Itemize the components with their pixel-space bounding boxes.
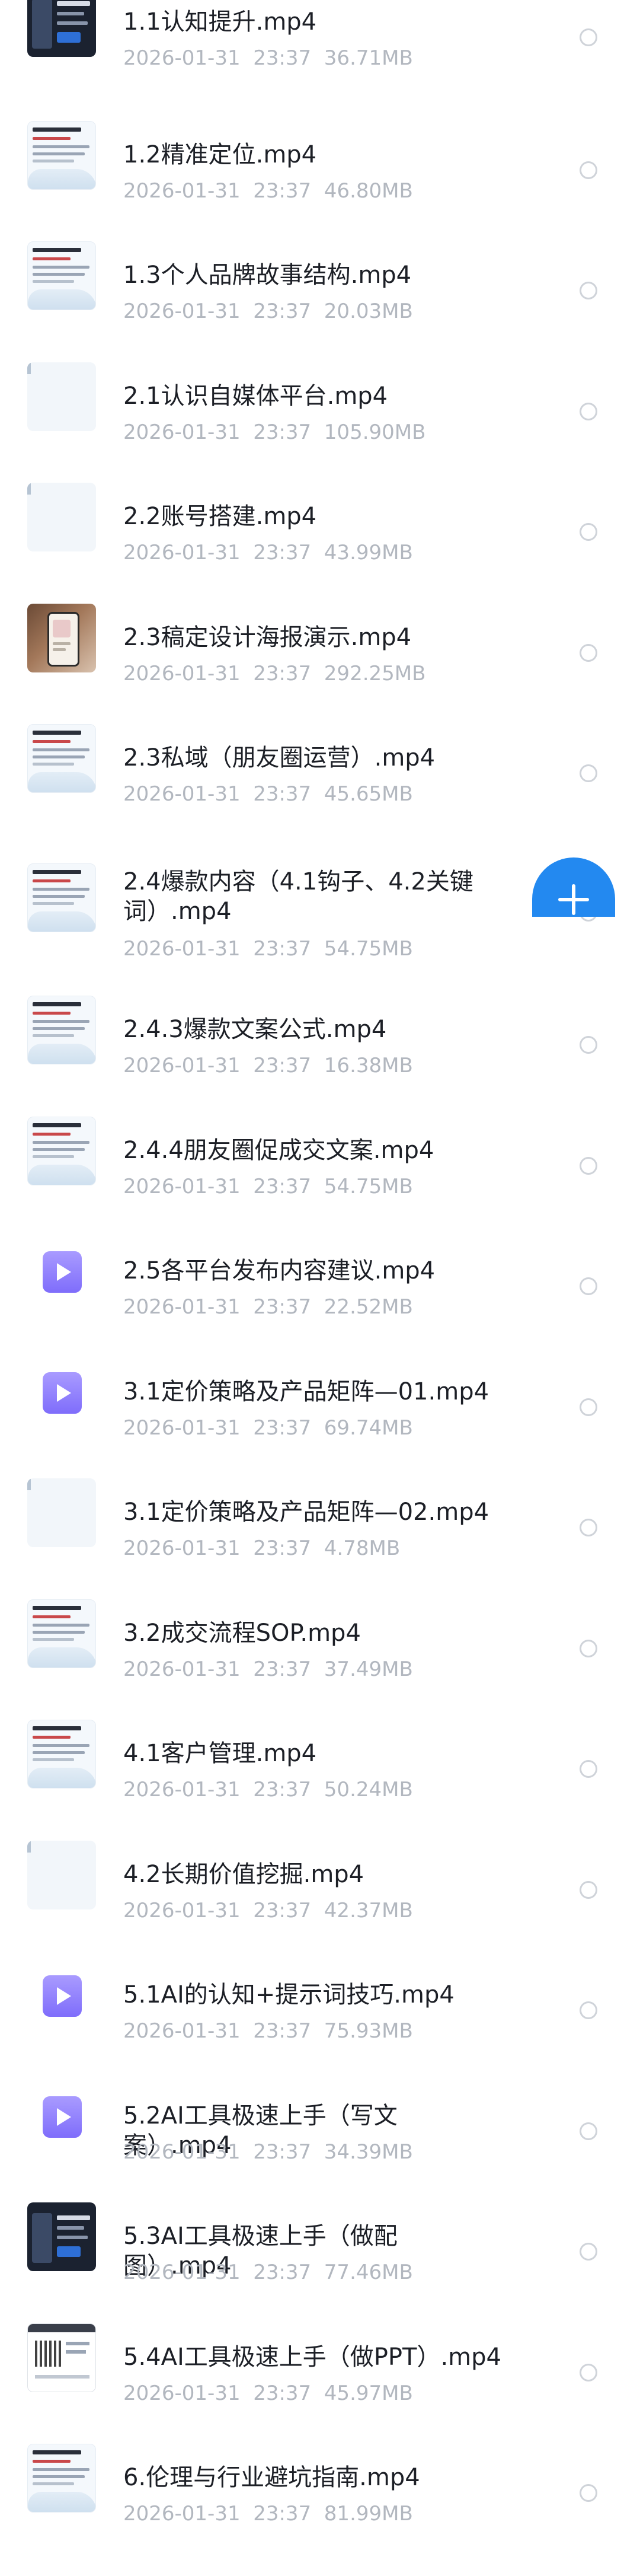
file-name: 5.4AI工具极速上手（做PPT）.mp4 [123,2344,501,2371]
file-name: 1.3个人品牌故事结构.mp4 [123,262,412,289]
select-radio[interactable] [580,1881,597,1899]
select-radio[interactable] [580,2001,597,2019]
select-radio[interactable] [580,1036,597,1054]
file-thumbnail [27,2323,96,2392]
file-thumbnail [27,1720,96,1788]
file-name: 2.5各平台发布内容建议.mp4 [123,1257,436,1284]
file-list: 1.1认知提升.mp4 2026-01-31 23:37 36.71MB 1.2精准… [0,0,640,2576]
file-meta: 2026-01-31 23:37 45.65MB [123,782,413,806]
file-meta: 2026-01-31 23:37 34.39MB [123,2140,413,2164]
file-meta: 2026-01-31 23:37 37.49MB [123,1657,413,1681]
file-meta: 2026-01-31 23:37 54.75MB [123,937,413,961]
video-file-icon [27,1237,96,1306]
file-meta: 2026-01-31 23:37 105.90MB [123,420,426,444]
select-radio[interactable] [580,523,597,541]
select-radio[interactable] [580,2243,597,2261]
file-meta: 2026-01-31 23:37 75.93MB [123,2019,413,2043]
file-thumbnail [27,1599,96,1668]
file-thumbnail [27,724,96,793]
file-thumbnail [27,121,96,190]
file-meta: 2026-01-31 23:37 45.97MB [123,2381,413,2405]
select-radio[interactable] [580,1760,597,1778]
select-radio[interactable] [580,28,597,46]
file-meta: 2026-01-31 23:37 22.52MB [123,1295,413,1319]
file-name: 2.2账号搭建.mp4 [123,503,317,530]
file-meta: 2026-01-31 23:37 81.99MB [123,2502,413,2526]
play-icon [43,2096,82,2138]
file-meta: 2026-01-31 23:37 54.75MB [123,1175,413,1198]
file-thumbnail [27,1478,96,1547]
file-meta: 2026-01-31 23:37 36.71MB [123,46,413,70]
select-radio[interactable] [580,1398,597,1416]
file-name: 3.1定价策略及产品矩阵—02.mp4 [123,1499,489,1526]
file-thumbnail [27,2202,96,2271]
file-thumbnail [27,1841,96,1909]
file-meta: 2026-01-31 23:37 292.25MB [123,662,426,686]
file-name: 4.1客户管理.mp4 [123,1740,317,1767]
file-meta: 2026-01-31 23:37 20.03MB [123,299,413,323]
select-radio[interactable] [580,2484,597,2502]
play-icon [43,1372,82,1414]
file-thumbnail [27,996,96,1064]
file-thumbnail [27,362,96,431]
file-name: 2.3稿定设计海报演示.mp4 [123,624,412,651]
select-radio[interactable] [580,282,597,299]
file-thumbnail [27,241,96,310]
play-icon [43,1975,82,2017]
file-name: 1.1认知提升.mp4 [123,8,317,36]
select-radio[interactable] [580,2122,597,2140]
file-thumbnail [27,863,96,932]
file-meta: 2026-01-31 23:37 43.99MB [123,541,413,565]
play-icon [43,1251,82,1293]
select-radio[interactable] [580,1640,597,1657]
file-name: 3.1定价策略及产品矩阵—01.mp4 [123,1378,489,1405]
file-name: 2.4.3爆款文案公式.mp4 [123,1016,387,1043]
file-meta: 2026-01-31 23:37 50.24MB [123,1778,413,1802]
file-name: 2.4爆款内容（4.1钩子、4.2关键 词）.mp4 [123,868,473,925]
video-file-icon [27,2082,96,2151]
file-meta: 2026-01-31 23:37 46.80MB [123,179,413,203]
file-name: 6.伦理与行业避坑指南.mp4 [123,2464,420,2491]
file-thumbnail [27,0,96,57]
select-radio[interactable] [580,764,597,782]
video-file-icon [27,1358,96,1427]
select-radio[interactable] [580,1157,597,1175]
file-thumbnail [27,604,96,672]
select-radio[interactable] [580,403,597,420]
file-meta: 2026-01-31 23:37 77.46MB [123,2261,413,2284]
file-name: 3.2成交流程SOP.mp4 [123,1619,361,1647]
file-meta: 2026-01-31 23:37 16.38MB [123,1054,413,1077]
select-radio[interactable] [580,2364,597,2381]
select-radio[interactable] [580,1277,597,1295]
select-radio[interactable] [580,161,597,179]
file-meta: 2026-01-31 23:37 4.78MB [123,1536,401,1560]
file-name: 2.3私域（朋友圈运营）.mp4 [123,744,436,771]
file-meta: 2026-01-31 23:37 42.37MB [123,1899,413,1923]
file-name: 1.2精准定位.mp4 [123,141,317,168]
file-thumbnail [27,483,96,551]
video-file-icon [27,1961,96,2030]
file-thumbnail [27,1117,96,1185]
file-meta: 2026-01-31 23:37 69.74MB [123,1416,413,1440]
select-radio[interactable] [580,1519,597,1536]
plus-icon-stroke [572,884,575,915]
select-radio[interactable] [580,644,597,662]
file-name: 2.1认识自媒体平台.mp4 [123,382,388,410]
file-thumbnail [27,2444,96,2513]
file-name: 5.1AI的认知+提示词技巧.mp4 [123,1981,455,2008]
file-name: 4.2长期价值挖掘.mp4 [123,1861,364,1888]
file-name: 2.4.4朋友圈促成交文案.mp4 [123,1137,434,1164]
